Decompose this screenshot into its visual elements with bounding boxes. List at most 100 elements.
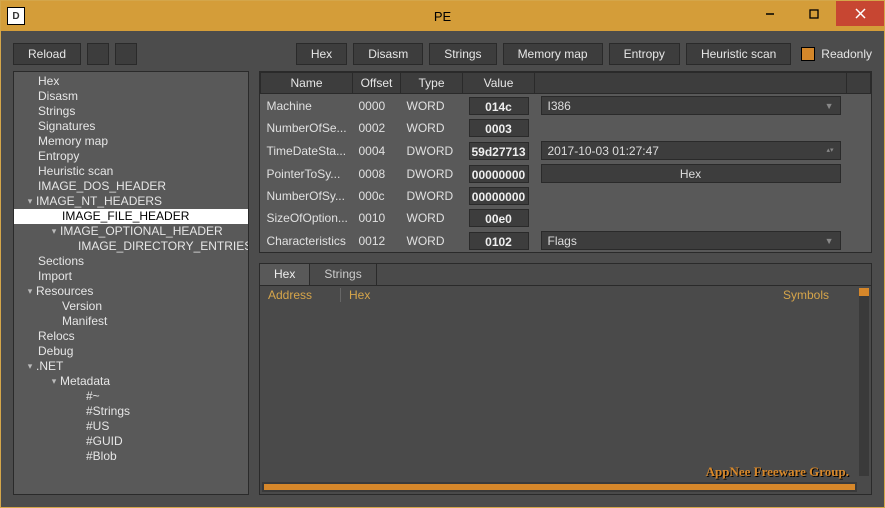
cell-value: 00000000 xyxy=(463,162,535,185)
tree-item[interactable]: Disasm xyxy=(14,89,248,104)
tree-item[interactable]: IMAGE_DIRECTORY_ENTRIES xyxy=(14,239,248,254)
readonly-toggle[interactable]: Readonly xyxy=(801,47,872,61)
datetime-field[interactable]: 2017-10-03 01:27:47▴▾ xyxy=(541,141,841,160)
toolbar: Reload Hex Disasm Strings Memory map Ent… xyxy=(13,43,872,65)
tree-item-label: .NET xyxy=(36,359,63,374)
value-field[interactable]: 00000000 xyxy=(469,187,529,205)
minimize-button[interactable] xyxy=(748,1,792,26)
cell-extra xyxy=(535,117,847,139)
value-field[interactable]: 00000000 xyxy=(469,165,529,183)
hex-tab-hex[interactable]: Hex xyxy=(260,264,310,285)
cell-value: 014c xyxy=(463,94,535,118)
hex-h-scrollbar[interactable] xyxy=(262,482,857,492)
tree-item[interactable]: #~ xyxy=(14,389,248,404)
expand-arrow-icon[interactable]: ▾ xyxy=(24,284,36,299)
hex-tab-strings[interactable]: Strings xyxy=(310,264,376,285)
hex-col-symbols: Symbols xyxy=(783,288,863,302)
window-controls xyxy=(748,1,884,31)
cell-type: DWORD xyxy=(401,185,463,207)
titlebar[interactable]: D PE xyxy=(1,1,884,31)
value-field[interactable]: 59d27713 xyxy=(469,142,529,160)
value-field[interactable]: 0003 xyxy=(469,119,529,137)
tree-item[interactable]: ▾IMAGE_OPTIONAL_HEADER xyxy=(14,224,248,239)
cell-name: NumberOfSe... xyxy=(261,117,353,139)
tree-item[interactable]: Memory map xyxy=(14,134,248,149)
tree-item[interactable]: Relocs xyxy=(14,329,248,344)
tree-item-label: Debug xyxy=(38,344,73,359)
entropy-button[interactable]: Entropy xyxy=(609,43,680,65)
tree-item[interactable]: #US xyxy=(14,419,248,434)
tree-item[interactable]: #GUID xyxy=(14,434,248,449)
cell-extra: Flags▼ xyxy=(535,229,847,252)
cell-offset: 000c xyxy=(353,185,401,207)
tree-item-label: IMAGE_NT_HEADERS xyxy=(36,194,162,209)
cell-name: TimeDateSta... xyxy=(261,139,353,162)
cell-type: WORD xyxy=(401,117,463,139)
memorymap-button[interactable]: Memory map xyxy=(503,43,603,65)
hex-button[interactable]: Hex xyxy=(296,43,347,65)
app-icon: D xyxy=(7,7,25,25)
heuristic-button[interactable]: Heuristic scan xyxy=(686,43,791,65)
col-spacer xyxy=(847,73,871,94)
value-field[interactable]: 00e0 xyxy=(469,209,529,227)
table-row: SizeOfOption...0010WORD00e0 xyxy=(261,207,871,229)
tree-item[interactable]: Entropy xyxy=(14,149,248,164)
tree-item-label: #US xyxy=(86,419,109,434)
tree-item-label: IMAGE_DOS_HEADER xyxy=(38,179,166,194)
close-button[interactable] xyxy=(836,1,884,26)
expand-arrow-icon[interactable]: ▾ xyxy=(24,359,36,374)
table-row: TimeDateSta...0004DWORD59d277132017-10-0… xyxy=(261,139,871,162)
toolbar-box1[interactable] xyxy=(87,43,109,65)
reload-button[interactable]: Reload xyxy=(13,43,81,65)
tree-item[interactable]: Heuristic scan xyxy=(14,164,248,179)
tree-item[interactable]: ▾Metadata xyxy=(14,374,248,389)
cell-offset: 0008 xyxy=(353,162,401,185)
tree-item[interactable]: Import xyxy=(14,269,248,284)
tree-item[interactable]: Sections xyxy=(14,254,248,269)
tree-item[interactable]: Manifest xyxy=(14,314,248,329)
extra-label: Flags xyxy=(548,234,577,248)
expand-arrow-icon[interactable]: ▾ xyxy=(48,374,60,389)
tree-item[interactable]: #Blob xyxy=(14,449,248,464)
hex-body[interactable]: Address Hex Symbols AppNee Freeware Grou… xyxy=(260,286,871,494)
cell-type: DWORD xyxy=(401,162,463,185)
strings-button[interactable]: Strings xyxy=(429,43,496,65)
dropdown-field[interactable]: I386▼ xyxy=(541,96,841,115)
tree-item[interactable]: Strings xyxy=(14,104,248,119)
cell-extra: Hex xyxy=(535,162,847,185)
hex-action-button[interactable]: Hex xyxy=(541,164,841,183)
tree-item[interactable]: #Strings xyxy=(14,404,248,419)
col-name[interactable]: Name xyxy=(261,73,353,94)
col-offset[interactable]: Offset xyxy=(353,73,401,94)
tree-item[interactable]: IMAGE_FILE_HEADER xyxy=(14,209,248,224)
tree-item[interactable]: IMAGE_DOS_HEADER xyxy=(14,179,248,194)
disasm-button[interactable]: Disasm xyxy=(353,43,423,65)
value-field[interactable]: 014c xyxy=(469,97,529,115)
maximize-button[interactable] xyxy=(792,1,836,26)
toolbar-box2[interactable] xyxy=(115,43,137,65)
window-frame: D PE Reload Hex Disasm Strings Memory ma… xyxy=(0,0,885,508)
tree-item-label: Strings xyxy=(38,104,75,119)
dropdown-field[interactable]: Flags▼ xyxy=(541,231,841,250)
readonly-checkbox[interactable] xyxy=(801,47,815,61)
table-row: Machine0000WORD014cI386▼ xyxy=(261,94,871,118)
tree-item[interactable]: Signatures xyxy=(14,119,248,134)
expand-arrow-icon[interactable]: ▾ xyxy=(48,224,60,239)
col-value[interactable]: Value xyxy=(463,73,535,94)
value-field[interactable]: 0102 xyxy=(469,232,529,250)
tree-item[interactable]: ▾Resources xyxy=(14,284,248,299)
tree-item-label: Import xyxy=(38,269,72,284)
col-extra[interactable] xyxy=(535,73,847,94)
pe-table-wrap: Name Offset Type Value Machine0000WORD01… xyxy=(259,71,872,253)
tree-item[interactable]: Hex xyxy=(14,74,248,89)
cell-value: 00e0 xyxy=(463,207,535,229)
tree-item[interactable]: ▾IMAGE_NT_HEADERS xyxy=(14,194,248,209)
tree-item[interactable]: ▾.NET xyxy=(14,359,248,374)
expand-arrow-icon[interactable]: ▾ xyxy=(24,194,36,209)
sidebar-tree[interactable]: HexDisasmStringsSignaturesMemory mapEntr… xyxy=(13,71,249,495)
tree-item-label: Signatures xyxy=(38,119,95,134)
col-type[interactable]: Type xyxy=(401,73,463,94)
tree-item[interactable]: Debug xyxy=(14,344,248,359)
tree-item[interactable]: Version xyxy=(14,299,248,314)
hex-v-scrollbar[interactable] xyxy=(859,288,869,476)
